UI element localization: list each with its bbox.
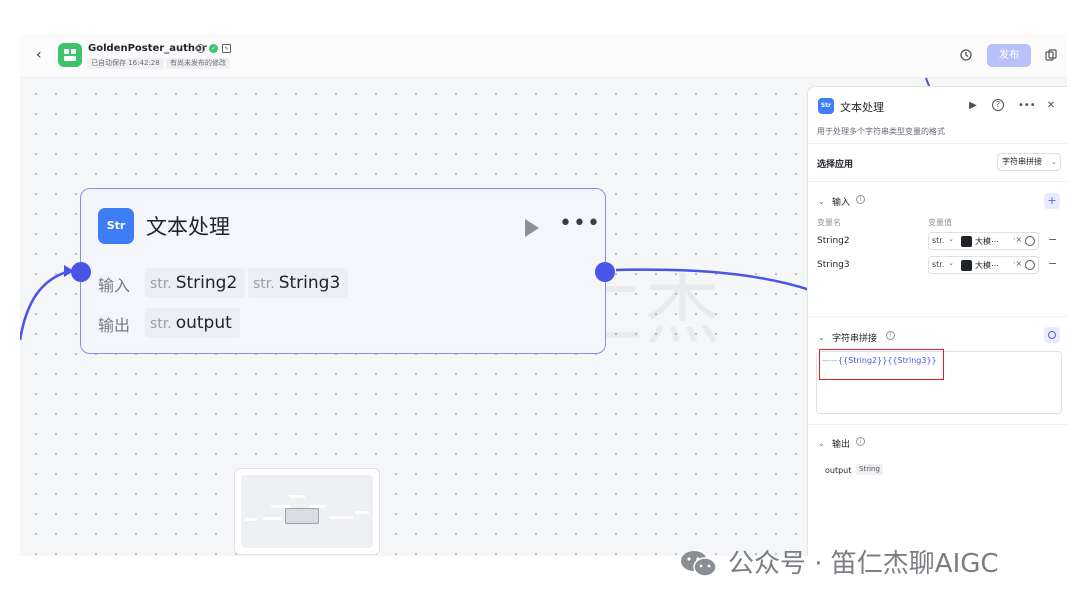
concat-section-title: 字符串拼接 [832,334,878,344]
node-title: 文本处理 [146,215,230,239]
panel-title: 文本处理 [840,101,884,114]
chevron-down-icon[interactable]: ⌄ [818,333,825,342]
remove-variable-button[interactable]: − [1048,233,1057,246]
node-output-label: 输出 [98,316,131,335]
output-name: output [825,466,852,475]
model-icon [961,260,972,271]
more-icon[interactable]: ••• [559,212,601,236]
text-processing-node[interactable]: Str 文本处理 ••• 输入 str. String2 str. String3 … [80,188,606,354]
chevron-down-icon[interactable]: ⌄ [818,439,825,448]
settings-gear-icon[interactable] [1044,327,1060,343]
info-icon: i [856,437,865,446]
col-var-name: 变量名 [817,218,841,227]
minimap[interactable] [234,468,380,555]
incoming-connection [20,269,71,341]
variable-value-field[interactable]: str. ⌄ 大模⋯ ·× [928,256,1039,274]
play-icon[interactable] [525,219,539,237]
outgoing-connection [615,268,811,292]
annotation-highlight-box [819,349,944,380]
add-variable-button[interactable]: + [1044,193,1060,209]
help-icon[interactable]: ? [992,99,1004,111]
variable-name: String3 [817,260,850,270]
info-icon: i [856,195,865,204]
info-icon: i [886,331,895,340]
wechat-icon [681,551,717,577]
node-input-tag: str. String3 [248,268,349,298]
wechat-account-text: 公众号 · 笛仁杰聊AIGC [728,549,999,579]
play-icon[interactable]: ▶ [966,99,980,113]
output-type-badge: String [856,464,883,475]
more-icon[interactable]: ••• [1018,99,1036,113]
app-window: ‹ GoldenPoster_author i ✓ ✎ 已自动保存 16:42:… [20,34,1067,556]
node-input-label: 输入 [98,276,131,295]
target-icon[interactable] [1025,236,1035,246]
output-section-title: 输出 [832,440,851,450]
output-port[interactable] [595,262,615,282]
select-app-label: 选择应用 [817,160,854,170]
chevron-down-icon[interactable]: ⌄ [818,197,825,206]
chevron-down-icon[interactable]: ⌄ [948,259,954,267]
variable-value-field[interactable]: str. ⌄ 大模⋯ ·× [928,232,1039,250]
model-icon [961,236,972,247]
target-icon[interactable] [1025,260,1035,270]
close-icon[interactable]: ✕ [1044,99,1058,113]
text-node-icon: Str [98,208,134,244]
minimap-viewport [241,475,373,548]
input-port[interactable] [71,262,91,282]
panel-description: 用于处理多个字符串类型变量的格式 [817,127,945,136]
remove-variable-button[interactable]: − [1048,257,1057,270]
node-input-tag: str. String2 [145,268,246,298]
chevron-down-icon: ⌄ [1051,158,1057,166]
text-node-icon: Str [818,98,834,114]
clear-icon[interactable]: ·× [1013,259,1022,268]
variable-name: String2 [817,236,850,246]
node-output-tag: str. output [145,308,240,338]
col-var-value: 变量值 [928,218,952,227]
node-settings-panel: Str 文本处理 ▶ ? ••• ✕ 用于处理多个字符串类型变量的格式 选择应用… [807,86,1067,556]
chevron-down-icon[interactable]: ⌄ [948,235,954,243]
clear-icon[interactable]: ·× [1013,235,1022,244]
input-section-title: 输入 [832,198,851,208]
app-select[interactable]: 字符串拼接 ⌄ [997,153,1061,171]
